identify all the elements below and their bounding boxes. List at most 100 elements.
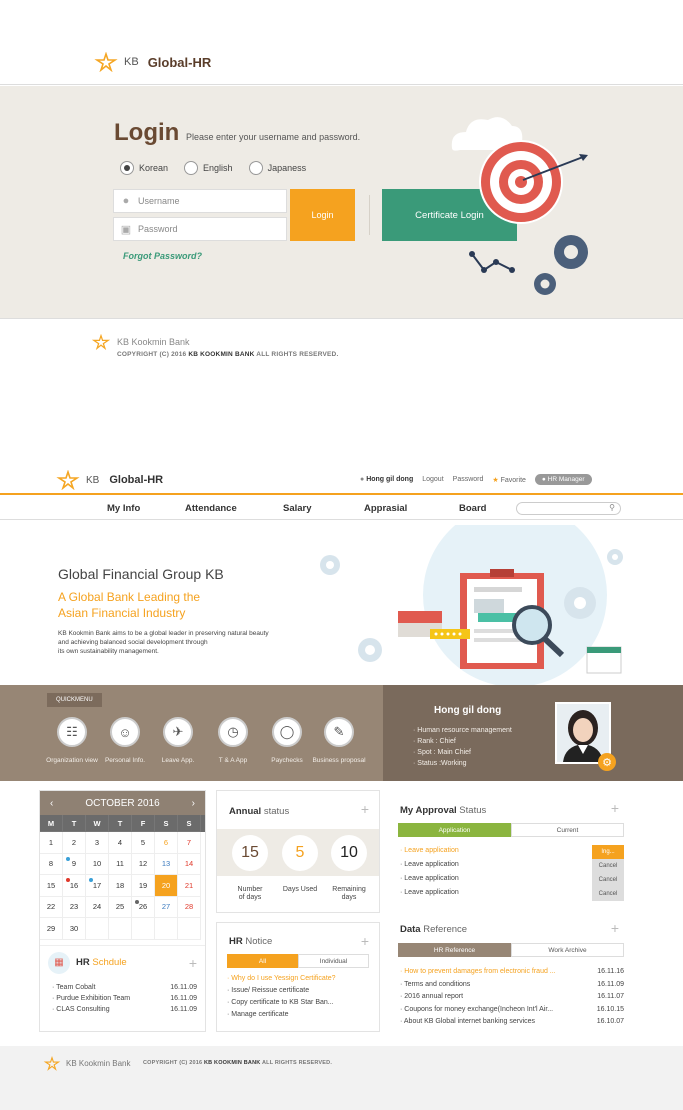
calendar-day[interactable]: 18 xyxy=(109,875,132,897)
copyright-text: COPYRIGHT (C) 2016 xyxy=(117,351,189,358)
calendar-day[interactable]: 11 xyxy=(109,853,132,875)
calendar-day[interactable]: 30 xyxy=(63,918,86,940)
list-item[interactable]: · Manage certificate xyxy=(227,1009,336,1021)
schedule-header: ▦ HR Schdule + xyxy=(48,951,197,974)
password-field[interactable]: ▣ Password xyxy=(113,217,287,241)
search-icon[interactable]: ⚲ xyxy=(609,503,615,512)
calendar-day[interactable]: 7 xyxy=(178,832,201,854)
calendar-day[interactable]: 14 xyxy=(178,853,201,875)
calendar-day[interactable]: 29 xyxy=(40,918,63,940)
list-item[interactable]: · Leave application Cancel xyxy=(400,859,624,873)
tab-application[interactable]: Application xyxy=(398,823,511,837)
tab-current[interactable]: Current xyxy=(511,823,624,837)
nav-my-info[interactable]: My Info xyxy=(107,503,140,514)
hr-manager-badge[interactable]: ● HR Manager xyxy=(534,474,592,485)
radio-english[interactable]: English xyxy=(184,161,233,175)
list-item[interactable]: · CLAS Consulting 16.11.09 xyxy=(48,1004,197,1015)
header-utility: ● Hong gil dong Logout Password ★ Favori… xyxy=(360,474,592,485)
calendar-day[interactable]: 24 xyxy=(86,896,109,918)
calendar-day[interactable]: 23 xyxy=(63,896,86,918)
list-item[interactable]: · Why do I use Yessign Certificate? xyxy=(227,973,336,985)
tab-all[interactable]: All xyxy=(227,954,298,968)
forgot-password-link[interactable]: Forgot Password? xyxy=(123,251,202,261)
list-item[interactable]: · Team Cobalt 16.11.09 xyxy=(48,982,197,993)
calendar-day[interactable]: 4 xyxy=(109,832,132,854)
schedule-add-icon[interactable]: + xyxy=(189,955,197,971)
calendar-day[interactable]: 22 xyxy=(40,896,63,918)
annual-add-icon[interactable]: + xyxy=(361,801,369,817)
data-ref-add-icon[interactable]: + xyxy=(611,920,619,936)
main-logo[interactable]: KB Global-HR xyxy=(54,470,163,490)
list-item[interactable]: · Coupons for money exchange(Incheon Int… xyxy=(400,1004,624,1017)
tab-hr-reference[interactable]: HR Reference xyxy=(398,943,511,957)
calendar-day[interactable]: 3 xyxy=(86,832,109,854)
calendar-day[interactable]: 16 xyxy=(63,875,86,897)
calendar-day[interactable]: 28 xyxy=(178,896,201,918)
quick-org-view[interactable]: ☷ xyxy=(57,717,87,747)
list-item[interactable]: · Terms and conditions 16.11.09 xyxy=(400,979,624,992)
login-button[interactable]: Login xyxy=(290,189,355,241)
quick-personal-info[interactable]: ☺ xyxy=(110,717,140,747)
calendar-day[interactable]: 20 xyxy=(155,875,178,897)
cancel-button[interactable]: Cancel xyxy=(592,859,624,873)
tab-individual[interactable]: Individual xyxy=(298,954,369,968)
password-link[interactable]: Password xyxy=(453,476,484,483)
calendar-day[interactable]: 2 xyxy=(63,832,86,854)
notice-add-icon[interactable]: + xyxy=(361,933,369,949)
calendar-day[interactable]: 12 xyxy=(132,853,155,875)
list-item[interactable]: · 2016 annual report 16.11.07 xyxy=(400,991,624,1004)
list-item[interactable]: · Leave application Cancel xyxy=(400,887,624,901)
calendar-day[interactable]: 17 xyxy=(86,875,109,897)
calendar-day[interactable]: 1 xyxy=(40,832,63,854)
calendar-year: 2016 xyxy=(137,797,160,809)
calendar-day[interactable]: 9 xyxy=(63,853,86,875)
list-item[interactable]: · Issue/ Reissue certificate xyxy=(227,985,336,997)
calendar-week: 22 23 24 25 26 27 28 xyxy=(40,896,205,918)
chevron-left-icon[interactable]: ‹ xyxy=(50,798,53,809)
approval-add-icon[interactable]: + xyxy=(611,800,619,816)
cancel-button[interactable]: Cancel xyxy=(592,887,624,901)
radio-japanese[interactable]: Japaness xyxy=(248,161,306,175)
search-input[interactable]: ⚲ xyxy=(516,502,621,515)
calendar-day[interactable]: 26 xyxy=(132,896,155,918)
annual-label-line: days xyxy=(341,894,357,901)
username-field[interactable]: ● Username xyxy=(113,189,287,213)
cancel-button[interactable]: Cancel xyxy=(592,873,624,887)
tab-work-archive[interactable]: Work Archive xyxy=(511,943,624,957)
calendar-day[interactable]: 27 xyxy=(155,896,178,918)
list-item[interactable]: · How to prevent damages from electronic… xyxy=(400,966,624,979)
quick-ta-app[interactable]: ◷ xyxy=(218,717,248,747)
nav-attendance[interactable]: Attendance xyxy=(185,503,237,514)
quick-leave-app[interactable]: ✈ xyxy=(163,717,193,747)
radio-korean[interactable]: Korean xyxy=(120,161,168,175)
list-item[interactable]: · Copy certificate to KB Star Ban... xyxy=(227,997,336,1009)
list-item[interactable]: · Purdue Exhibition Team 16.11.09 xyxy=(48,993,197,1004)
login-logo[interactable]: KB Global-HR xyxy=(92,52,211,72)
favorite-link[interactable]: ★ Favorite xyxy=(492,476,526,484)
calendar-day[interactable]: 19 xyxy=(132,875,155,897)
gear-icon[interactable]: ⚙ xyxy=(598,753,616,771)
header-user[interactable]: ● Hong gil dong xyxy=(360,476,413,483)
calendar-day[interactable]: 15 xyxy=(40,875,63,897)
radio-label: English xyxy=(203,163,233,173)
calendar-day[interactable]: 10 xyxy=(86,853,109,875)
status-badge: Ing... xyxy=(592,845,624,859)
nav-apprasial[interactable]: Apprasial xyxy=(364,503,407,514)
nav-board[interactable]: Board xyxy=(459,503,486,514)
calendar-day[interactable]: 8 xyxy=(40,853,63,875)
quick-business-proposal[interactable]: ✎ xyxy=(324,717,354,747)
calendar-day[interactable]: 5 xyxy=(132,832,155,854)
calendar-day[interactable]: 25 xyxy=(109,896,132,918)
list-item[interactable]: · Leave application Cancel xyxy=(400,873,624,887)
chevron-right-icon[interactable]: › xyxy=(192,798,195,809)
list-item[interactable]: · Leave application Ing... xyxy=(400,845,624,859)
calendar-day[interactable]: 21 xyxy=(178,875,201,897)
quick-paychecks[interactable]: ◯ xyxy=(272,717,302,747)
copyright-rights: ALL RIGHTS RESERVED. xyxy=(260,1060,333,1066)
list-item[interactable]: · About KB Global internet banking servi… xyxy=(400,1016,624,1029)
calendar-day[interactable]: 13 xyxy=(155,853,178,875)
nav-salary[interactable]: Salary xyxy=(283,503,312,514)
calendar-day[interactable]: 6 xyxy=(155,832,178,854)
data-ref-date: 16.10.07 xyxy=(596,1018,624,1025)
logout-link[interactable]: Logout xyxy=(422,476,443,483)
